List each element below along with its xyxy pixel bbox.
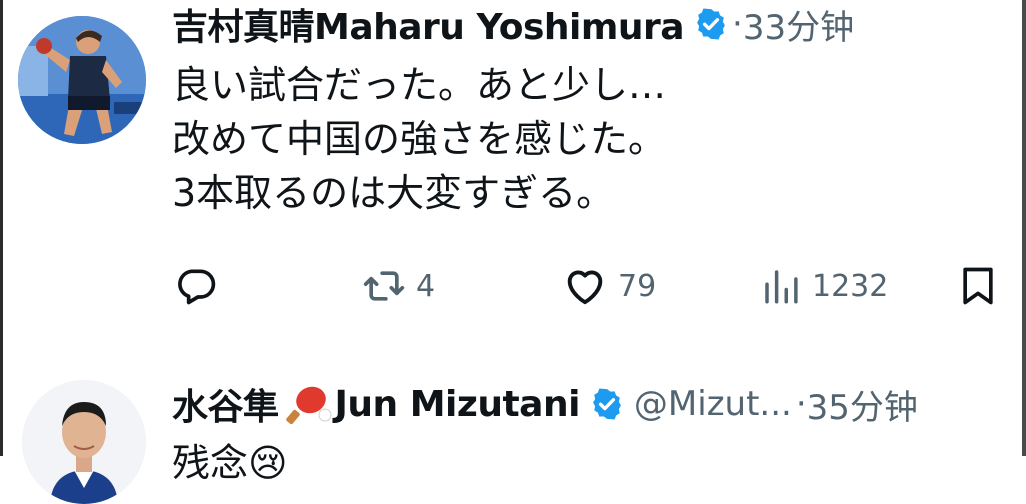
display-name-suffix[interactable]: Jun Mizutani	[335, 384, 581, 425]
avatar[interactable]	[18, 16, 146, 144]
retweet-count: 4	[416, 268, 436, 304]
tweet-actions: 4 79 1232	[0, 258, 1026, 314]
heart-icon	[567, 270, 603, 305]
tweet-text-line: 残念😢	[172, 441, 288, 485]
tweet-text-line: 良い試合だった。あと少し…	[172, 63, 667, 107]
display-name-prefix[interactable]: 水谷隼	[172, 378, 279, 430]
verified-badge-icon	[697, 8, 725, 40]
tweet-header: 吉村真晴Maharu Yoshimura · 33分钟	[172, 0, 854, 48]
tweet-text-line: 改めて中国の強さを感じた。	[172, 117, 667, 161]
tweet-text: 良い試合だった。あと少し… 改めて中国の強さを感じた。 3本取るのは大変すぎる。	[172, 58, 666, 220]
display-name[interactable]: 吉村真晴Maharu Yoshimura	[172, 0, 685, 50]
views-icon	[765, 270, 798, 304]
player-avatar-icon	[18, 16, 146, 144]
handle[interactable]: @Mizut...	[634, 384, 792, 424]
reply-button[interactable]	[174, 258, 218, 314]
separator-dot: ·	[795, 384, 807, 424]
bookmark-icon	[963, 267, 993, 305]
verified-badge-icon	[593, 388, 621, 420]
tweet[interactable]: 水谷隼 Jun Mizutani @Mizut... · 35分钟 残念😢	[0, 340, 1026, 504]
tweet-text-line: 3本取るのは大変すぎる。	[172, 171, 615, 215]
timestamp[interactable]: 33分钟	[743, 0, 854, 49]
timestamp[interactable]: 35分钟	[807, 380, 918, 429]
retweet-button[interactable]: 4	[362, 258, 435, 314]
retweet-icon	[363, 271, 405, 301]
reply-icon	[178, 269, 216, 305]
tweet-header: 水谷隼 Jun Mizutani @Mizut... · 35分钟	[172, 378, 918, 430]
tweet[interactable]: 吉村真晴Maharu Yoshimura · 33分钟 良い試合だった。あと少し…	[0, 0, 1026, 340]
ping-pong-paddle-icon	[285, 386, 332, 424]
separator-dot: ·	[732, 4, 743, 44]
tweet-text: 残念😢	[172, 436, 288, 490]
bookmark-button[interactable]	[956, 258, 1000, 314]
views-count: 1232	[812, 268, 889, 304]
avatar[interactable]	[22, 380, 146, 504]
like-count: 79	[618, 268, 657, 304]
person-avatar-icon	[22, 380, 146, 504]
like-button[interactable]: 79	[562, 258, 656, 314]
views-button[interactable]: 1232	[760, 258, 888, 314]
